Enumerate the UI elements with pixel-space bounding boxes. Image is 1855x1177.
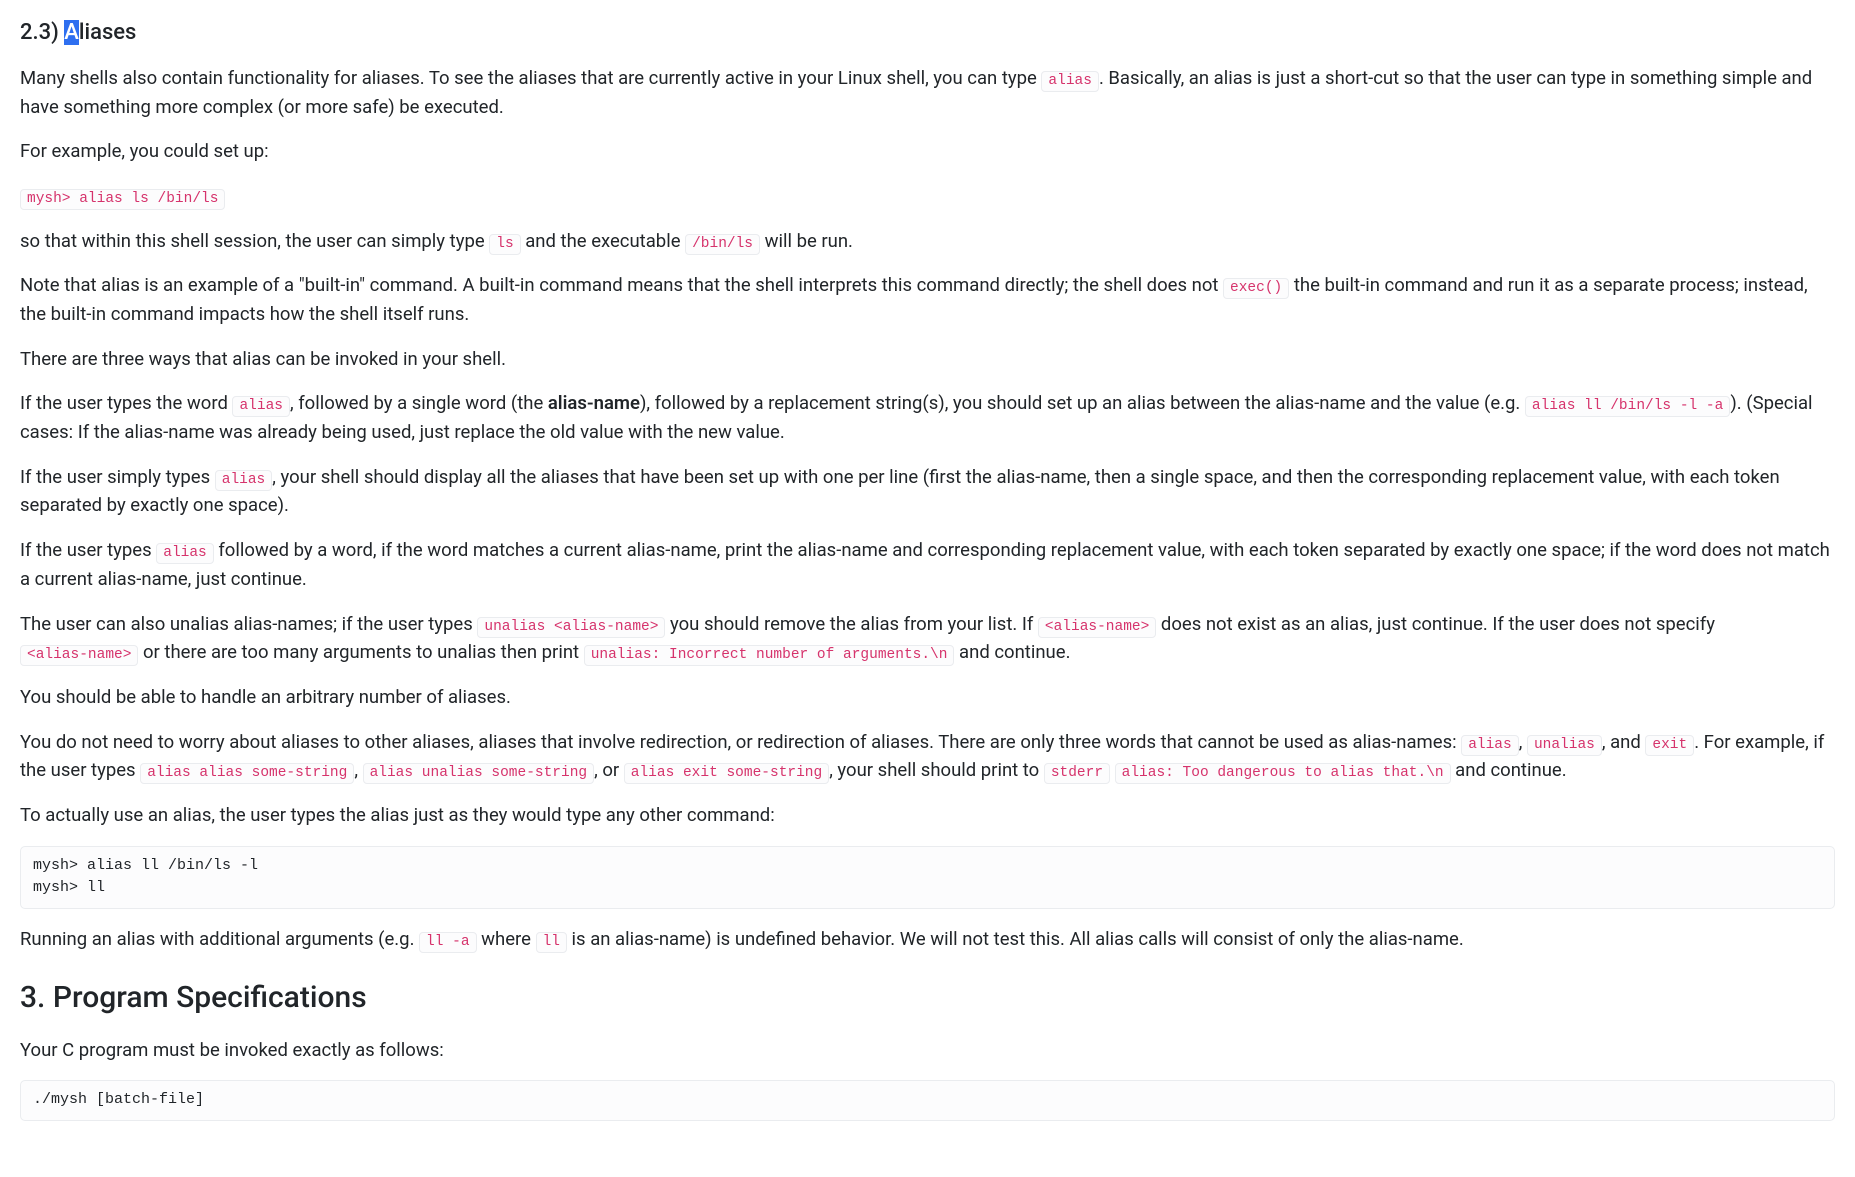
text: , followed by a single word (the bbox=[290, 392, 548, 414]
text: If the user simply types bbox=[20, 466, 215, 488]
inline-code: ls bbox=[489, 234, 520, 255]
text: The user can also unalias alias-names; i… bbox=[20, 613, 477, 635]
inline-code: alias ll /bin/ls -l -a bbox=[1525, 396, 1730, 417]
text: Note that alias is an example of a "buil… bbox=[20, 274, 1223, 296]
text: ), followed by a replacement string(s), … bbox=[640, 392, 1525, 414]
inline-code: alias: Too dangerous to alias that.\n bbox=[1115, 763, 1451, 784]
text: , and bbox=[1602, 731, 1646, 753]
text: , or bbox=[594, 759, 624, 781]
inline-code: ll -a bbox=[419, 932, 477, 953]
inline-code: alias bbox=[156, 543, 214, 564]
text: so that within this shell session, the u… bbox=[20, 230, 489, 252]
section-3-heading: 3. Program Specifications bbox=[20, 975, 1835, 1022]
code-block: ./mysh [batch-file] bbox=[20, 1080, 1835, 1121]
paragraph: Many shells also contain functionality f… bbox=[20, 64, 1835, 121]
inline-code: alias bbox=[1041, 71, 1099, 92]
paragraph: Your C program must be invoked exactly a… bbox=[20, 1036, 1835, 1065]
bold-text: alias-name bbox=[548, 392, 640, 414]
inline-code: alias alias some-string bbox=[140, 763, 354, 784]
text: Many shells also contain functionality f… bbox=[20, 67, 1041, 89]
text: If the user types bbox=[20, 539, 156, 561]
code-block: mysh> alias ll /bin/ls -l mysh> ll bbox=[20, 846, 1835, 909]
inline-code: stderr bbox=[1044, 763, 1110, 784]
inline-code: alias bbox=[215, 470, 273, 491]
text: is an alias-name) is undefined behavior.… bbox=[567, 928, 1464, 950]
paragraph: To actually use an alias, the user types… bbox=[20, 801, 1835, 830]
paragraph: For example, you could set up: bbox=[20, 137, 1835, 166]
inline-code: /bin/ls bbox=[685, 234, 760, 255]
section-23-heading: 2.3) Aliases bbox=[20, 16, 1835, 50]
paragraph: You do not need to worry about aliases t… bbox=[20, 728, 1835, 785]
paragraph: Running an alias with additional argumen… bbox=[20, 925, 1835, 954]
text: will be run. bbox=[760, 230, 853, 252]
text: , your shell should display all the alia… bbox=[20, 466, 1780, 517]
text: where bbox=[477, 928, 536, 950]
paragraph: The user can also unalias alias-names; i… bbox=[20, 610, 1835, 667]
text: , your shell should print to bbox=[829, 759, 1044, 781]
inline-code: alias unalias some-string bbox=[363, 763, 595, 784]
heading-text: liases bbox=[79, 20, 137, 45]
section-number: 2.3) bbox=[20, 20, 64, 45]
selected-text: A bbox=[64, 20, 79, 45]
code-line: mysh> alias ls /bin/ls bbox=[20, 182, 1835, 211]
inline-code: exit bbox=[1645, 735, 1694, 756]
paragraph: Note that alias is an example of a "buil… bbox=[20, 271, 1835, 328]
inline-code: ll bbox=[536, 932, 567, 953]
inline-code: alias bbox=[232, 396, 290, 417]
text: does not exist as an alias, just continu… bbox=[1156, 613, 1715, 635]
text: you should remove the alias from your li… bbox=[665, 613, 1037, 635]
paragraph: You should be able to handle an arbitrar… bbox=[20, 683, 1835, 712]
inline-code: exec() bbox=[1223, 278, 1289, 299]
text: You do not need to worry about aliases t… bbox=[20, 731, 1461, 753]
text: or there are too many arguments to unali… bbox=[138, 641, 583, 663]
inline-code: unalias <alias-name> bbox=[477, 617, 665, 638]
paragraph: so that within this shell session, the u… bbox=[20, 227, 1835, 256]
inline-code: <alias-name> bbox=[1038, 617, 1156, 638]
paragraph: There are three ways that alias can be i… bbox=[20, 345, 1835, 374]
text: followed by a word, if the word matches … bbox=[20, 539, 1830, 590]
text bbox=[1110, 759, 1115, 781]
inline-code: <alias-name> bbox=[20, 645, 138, 666]
text: and continue. bbox=[1451, 759, 1567, 781]
inline-code: alias bbox=[1461, 735, 1519, 756]
text: , bbox=[1519, 731, 1527, 753]
document-page: 2.3) Aliases Many shells also contain fu… bbox=[0, 0, 1855, 1177]
text: and the executable bbox=[521, 230, 685, 252]
paragraph: If the user types alias followed by a wo… bbox=[20, 536, 1835, 593]
inline-code: unalias bbox=[1527, 735, 1602, 756]
paragraph: If the user simply types alias, your she… bbox=[20, 463, 1835, 520]
text: and continue. bbox=[954, 641, 1070, 663]
text: , bbox=[354, 759, 362, 781]
paragraph: If the user types the word alias, follow… bbox=[20, 389, 1835, 446]
inline-code: alias exit some-string bbox=[624, 763, 829, 784]
text: If the user types the word bbox=[20, 392, 232, 414]
inline-code: unalias: Incorrect number of arguments.\… bbox=[584, 645, 955, 666]
text: Running an alias with additional argumen… bbox=[20, 928, 419, 950]
inline-code: mysh> alias ls /bin/ls bbox=[20, 189, 225, 210]
